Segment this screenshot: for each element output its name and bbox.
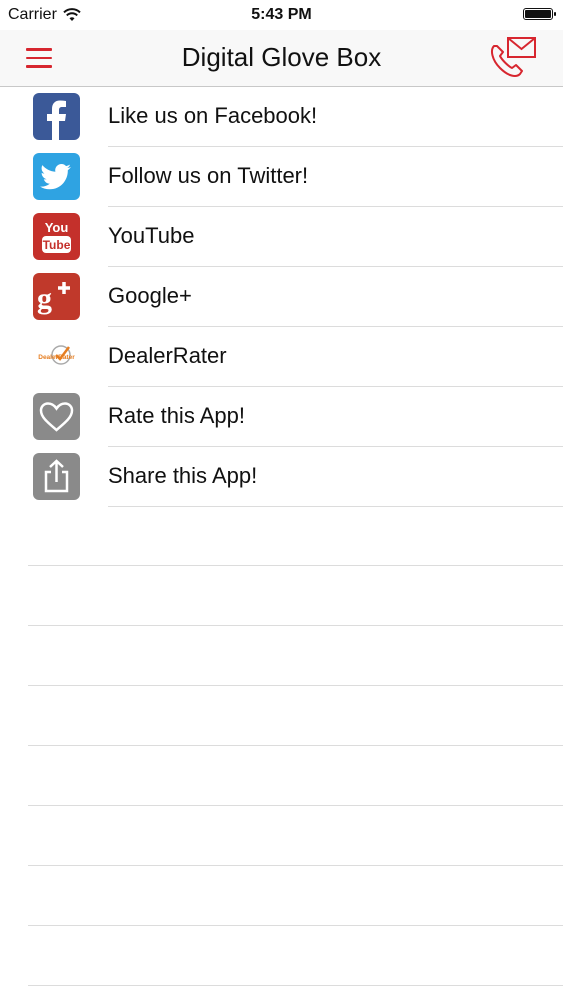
- nav-bar: Digital Glove Box: [0, 30, 563, 87]
- list-item-label: YouTube: [108, 223, 195, 248]
- svg-text:You: You: [45, 220, 69, 235]
- youtube-icon: You Tube: [33, 213, 80, 260]
- share-icon: [33, 453, 80, 500]
- list-item-google-plus[interactable]: g Google+: [0, 267, 563, 327]
- contact-button[interactable]: [486, 36, 542, 80]
- facebook-icon: [33, 93, 80, 140]
- google-plus-icon: g: [33, 273, 80, 320]
- battery-icon: [523, 8, 556, 20]
- list-item-label: Follow us on Twitter!: [108, 163, 309, 188]
- list-item-label: Like us on Facebook!: [108, 103, 318, 128]
- svg-text:g: g: [37, 282, 52, 315]
- status-time: 5:43 PM: [251, 6, 312, 23]
- list-item-twitter[interactable]: Follow us on Twitter!: [0, 147, 563, 207]
- list-item-label: DealerRater: [108, 343, 227, 368]
- social-list: Like us on Facebook! Follow us on Twitte…: [0, 87, 563, 507]
- svg-text:Tube: Tube: [43, 238, 71, 252]
- page-title: Digital Glove Box: [181, 42, 382, 72]
- list-item-youtube[interactable]: You Tube YouTube: [0, 207, 563, 267]
- list-item-share-app[interactable]: Share this App!: [0, 447, 563, 507]
- list-item-dealerrater[interactable]: DealerRater DealerRater: [0, 327, 563, 387]
- heart-icon: [33, 393, 80, 440]
- status-bar: Carrier 5:43 PM: [0, 0, 563, 30]
- list-item-facebook[interactable]: Like us on Facebook!: [0, 87, 563, 147]
- list-item-label: Rate this App!: [108, 403, 245, 428]
- twitter-icon: [33, 153, 80, 200]
- phone-mail-icon: [491, 37, 536, 77]
- list-item-label: Share this App!: [108, 463, 258, 488]
- svg-text:DealerRater: DealerRater: [38, 354, 75, 361]
- dealerrater-icon: DealerRater: [33, 333, 80, 380]
- list-item-rate-app[interactable]: Rate this App!: [0, 387, 563, 447]
- list-item-label: Google+: [108, 283, 192, 308]
